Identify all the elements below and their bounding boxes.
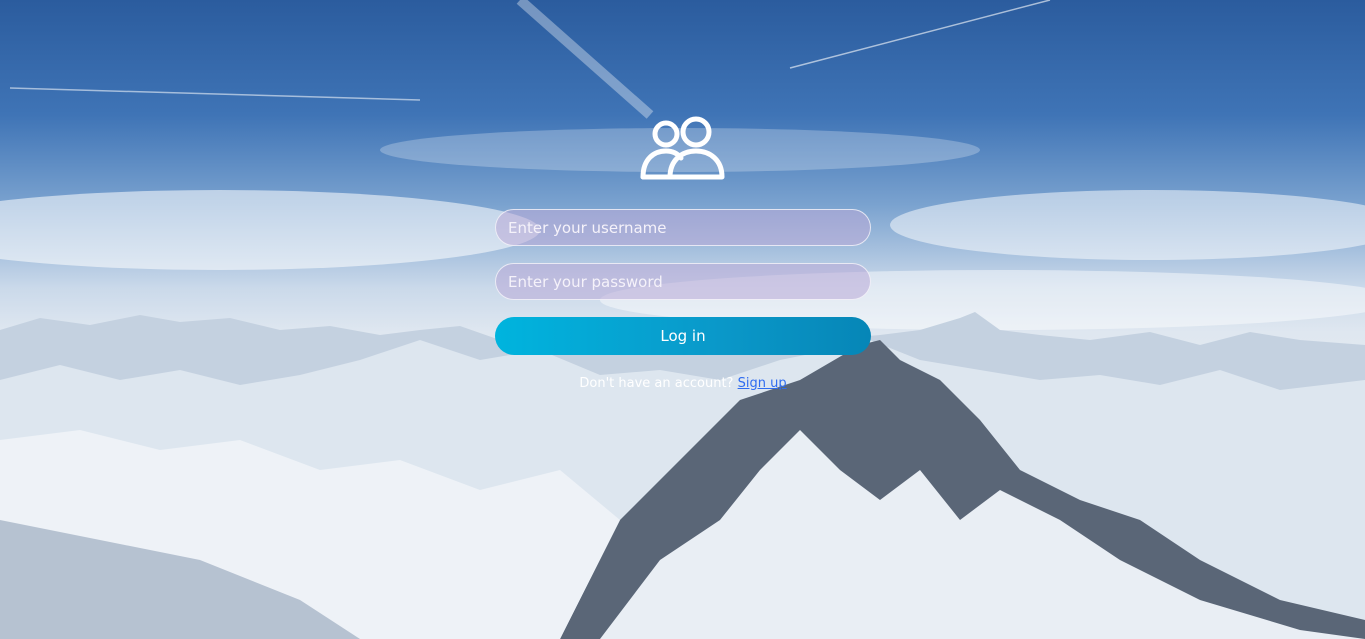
signup-link[interactable]: Sign up [738,376,787,391]
users-icon [640,116,725,180]
signup-prompt-text: Don't have an account? [579,376,734,391]
password-input[interactable] [495,263,871,300]
username-input[interactable] [495,209,871,246]
signup-prompt-line: Don't have an account? Sign up [495,376,871,391]
login-button[interactable]: Log in [495,317,871,355]
